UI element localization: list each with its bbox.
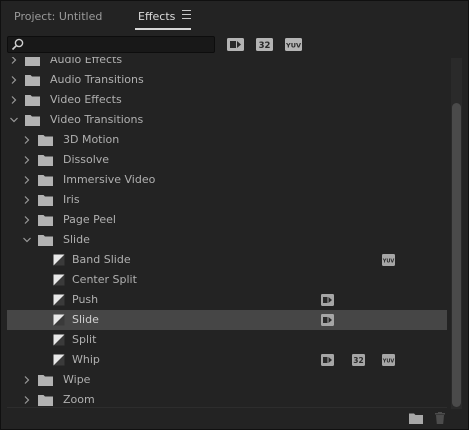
chevron-right-icon[interactable]	[23, 376, 31, 384]
tree-folder-row[interactable]: 3D Motion	[7, 130, 447, 150]
transition-icon	[53, 274, 65, 286]
effects-panel: Project: Untitled Effects 32 YUV Audio E…	[0, 0, 469, 430]
tree-item-label: Center Split	[72, 273, 137, 286]
accelerated-badge-icon	[321, 354, 334, 366]
scrollbar-thumb[interactable]	[452, 103, 461, 407]
tree-folder-row[interactable]: Video Transitions	[7, 110, 447, 130]
tab-effects[interactable]: Effects	[138, 10, 175, 23]
tree-folder-row[interactable]: Immersive Video	[7, 170, 447, 190]
folder-icon	[25, 95, 40, 106]
svg-text:YUV: YUV	[382, 359, 394, 365]
tree-item-label: Wipe	[63, 373, 91, 386]
tree-item-label: Page Peel	[63, 213, 116, 226]
tree-effect-row[interactable]: Push	[7, 290, 447, 310]
svg-text:32: 32	[353, 356, 363, 365]
folder-icon	[38, 215, 53, 226]
tree-item-label: Dissolve	[63, 153, 110, 166]
tree-item-label: Band Slide	[72, 253, 131, 266]
tree-effect-row[interactable]: Band Slide YUV	[7, 250, 447, 270]
32-bit-color-icon[interactable]: 32	[256, 38, 273, 51]
tree-item-label: Video Transitions	[50, 113, 144, 126]
chevron-right-icon[interactable]	[23, 396, 31, 404]
svg-text:YUV: YUV	[285, 42, 301, 50]
tree-item-label: Split	[72, 333, 97, 346]
transition-icon	[53, 294, 65, 306]
chevron-right-icon[interactable]	[10, 57, 18, 64]
folder-icon	[38, 395, 53, 406]
tree-item-label: Iris	[63, 193, 80, 206]
search-input[interactable]	[7, 36, 215, 53]
yuv-badge-icon: YUV	[382, 354, 395, 366]
chevron-right-icon[interactable]	[10, 76, 18, 84]
accelerated-effects-icon[interactable]	[227, 38, 244, 51]
tree-folder-row[interactable]: Slide	[7, 230, 447, 250]
yuv-icon[interactable]: YUV	[285, 38, 302, 51]
tree-item-label: Audio Transitions	[50, 73, 144, 86]
chevron-right-icon[interactable]	[23, 136, 31, 144]
tree-effect-row[interactable]: Whip 32 YUV	[7, 350, 447, 370]
tree-item-label: 3D Motion	[63, 133, 120, 146]
tree-item-label: Whip	[72, 353, 100, 366]
tree-item-label: Slide	[72, 313, 99, 326]
chevron-down-icon[interactable]	[23, 236, 31, 244]
folder-icon	[25, 57, 40, 66]
32-bit-badge-icon: 32	[352, 354, 365, 366]
folder-icon	[25, 75, 40, 86]
folder-icon	[38, 135, 53, 146]
panel-menu-icon[interactable]	[182, 10, 191, 19]
tree-effect-row[interactable]: Slide	[7, 310, 447, 330]
chevron-right-icon[interactable]	[23, 196, 31, 204]
transition-icon	[53, 354, 65, 366]
folder-icon	[38, 195, 53, 206]
tree-item-label: Push	[72, 293, 99, 306]
tree-folder-row[interactable]: Dissolve	[7, 150, 447, 170]
folder-icon	[38, 235, 53, 246]
accelerated-badge-icon	[321, 294, 334, 306]
chevron-right-icon[interactable]	[23, 176, 31, 184]
folder-icon	[38, 175, 53, 186]
tree-folder-row[interactable]: Page Peel	[7, 210, 447, 230]
tree-item-label: Immersive Video	[63, 173, 156, 186]
yuv-badge-icon: YUV	[382, 254, 395, 266]
folder-icon	[38, 375, 53, 386]
tree-folder-row[interactable]: Wipe	[7, 370, 447, 390]
tree-item-label: Zoom	[63, 393, 95, 406]
tree-folder-row[interactable]: Iris	[7, 190, 447, 210]
chevron-right-icon[interactable]	[10, 96, 18, 104]
tree-effect-row[interactable]: Split	[7, 330, 447, 350]
tree-effect-row[interactable]: Center Split	[7, 270, 447, 290]
tree-item-label: Video Effects	[50, 93, 122, 106]
svg-text:32: 32	[259, 41, 271, 51]
tree-folder-row[interactable]: Video Effects	[7, 90, 447, 110]
divider	[7, 407, 447, 408]
tree-folder-row[interactable]: Audio Effects	[7, 57, 447, 70]
folder-icon	[25, 115, 40, 126]
tab-bar: Project: Untitled Effects	[1, 1, 468, 31]
tab-project[interactable]: Project: Untitled	[14, 10, 102, 23]
tree-item-label: Audio Effects	[50, 57, 123, 66]
delete-icon[interactable]	[433, 412, 447, 424]
active-tab-indicator	[135, 28, 191, 30]
accelerated-badge-icon	[321, 314, 334, 326]
chevron-right-icon[interactable]	[23, 216, 31, 224]
chevron-down-icon[interactable]	[10, 116, 18, 124]
effects-tree: Audio Effects Audio Transitions Video Effe…	[7, 57, 447, 409]
transition-icon	[53, 254, 65, 266]
tree-item-label: Slide	[63, 233, 90, 246]
transition-icon	[53, 334, 65, 346]
svg-text:YUV: YUV	[382, 259, 394, 265]
new-bin-icon[interactable]	[409, 412, 423, 424]
tree-folder-row[interactable]: Audio Transitions	[7, 70, 447, 90]
chevron-right-icon[interactable]	[23, 156, 31, 164]
transition-icon	[53, 314, 65, 326]
folder-icon	[38, 155, 53, 166]
search-icon	[11, 38, 24, 51]
